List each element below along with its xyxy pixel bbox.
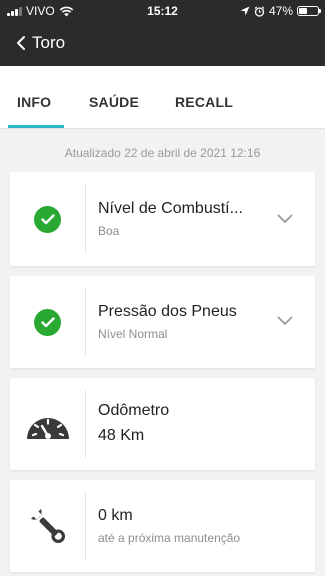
card-title: Odômetro bbox=[98, 402, 170, 419]
active-tab-indicator bbox=[8, 125, 64, 128]
chevron-left-icon bbox=[17, 36, 25, 50]
navigation-bar: Toro bbox=[0, 22, 325, 66]
tire-pressure-card[interactable]: Pressão dos Pneus Nível Normal bbox=[10, 276, 315, 368]
tab-info[interactable]: INFO bbox=[17, 94, 51, 110]
card-title: Pressão dos Pneus bbox=[98, 303, 237, 320]
chevron-down-icon[interactable] bbox=[275, 311, 295, 331]
odometer-card: Odômetro 48 Km bbox=[10, 378, 315, 470]
battery-icon bbox=[297, 6, 321, 16]
card-subtitle: Nível Normal bbox=[98, 327, 168, 341]
chevron-down-icon[interactable] bbox=[275, 209, 295, 229]
card-title: 0 km bbox=[98, 507, 133, 524]
check-circle-icon bbox=[34, 308, 61, 336]
card-subtitle: Boa bbox=[98, 224, 120, 238]
divider bbox=[85, 288, 86, 356]
divider bbox=[85, 390, 86, 458]
divider bbox=[85, 184, 86, 254]
card-title: Nível de Combustí... bbox=[98, 200, 243, 217]
fuel-level-card[interactable]: Nível de Combustí... Boa bbox=[10, 172, 315, 266]
divider bbox=[85, 492, 86, 560]
page-title: Toro bbox=[32, 33, 66, 52]
tab-bar: INFO SAÚDE RECALL bbox=[0, 66, 325, 129]
tab-recall[interactable]: RECALL bbox=[175, 94, 233, 110]
wrench-icon bbox=[30, 509, 65, 544]
status-bar-right: 47% bbox=[240, 4, 321, 18]
tab-saude[interactable]: SAÚDE bbox=[89, 94, 139, 110]
battery-percent: 47% bbox=[268, 4, 293, 18]
card-subtitle: até a próxima manutenção bbox=[98, 531, 241, 545]
speedometer-icon bbox=[26, 418, 69, 439]
odometer-value: 48 Km bbox=[98, 427, 145, 444]
maintenance-card: 0 km até a próxima manutenção bbox=[10, 480, 315, 572]
last-updated-text: Atualizado 22 de abril de 2021 12:16 bbox=[64, 146, 261, 160]
check-circle-icon bbox=[34, 205, 61, 233]
location-arrow-icon bbox=[240, 6, 250, 16]
alarm-icon bbox=[254, 5, 265, 17]
status-bar: VIVO 15:12 47% bbox=[0, 0, 325, 22]
back-button[interactable]: Toro bbox=[16, 30, 65, 56]
